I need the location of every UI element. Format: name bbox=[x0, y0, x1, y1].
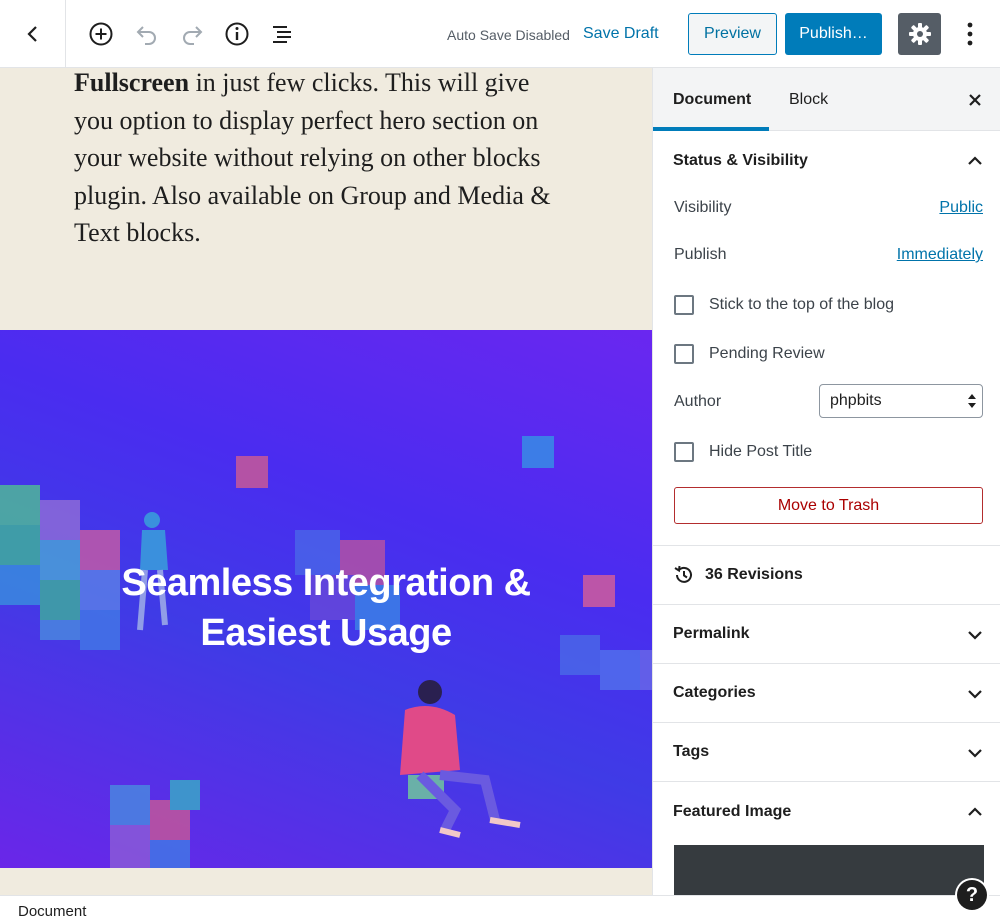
panel-title: Tags bbox=[673, 743, 710, 760]
close-icon bbox=[969, 94, 981, 106]
revisions-label: 36 Revisions bbox=[705, 566, 803, 583]
publish-date-link[interactable]: Immediately bbox=[897, 246, 983, 264]
editor-canvas[interactable]: Fullscreen in just few clicks. This will… bbox=[0, 68, 652, 895]
pending-review-checkbox[interactable] bbox=[674, 344, 694, 364]
redo-icon bbox=[183, 26, 203, 45]
autosave-status: Auto Save Disabled bbox=[447, 27, 570, 43]
hero-heading[interactable]: Seamless Integration & Easiest Usage bbox=[0, 558, 652, 658]
chevron-down-icon bbox=[968, 631, 982, 640]
undo-icon bbox=[136, 26, 156, 45]
add-block-icon bbox=[89, 22, 113, 46]
status-visibility-toggle[interactable]: Status & Visibility bbox=[653, 131, 1000, 190]
tags-panel-toggle[interactable]: Tags bbox=[653, 723, 1000, 782]
select-arrows-icon bbox=[968, 394, 976, 408]
tab-block[interactable]: Block bbox=[769, 68, 869, 131]
move-to-trash-button[interactable]: Move to Trash bbox=[674, 487, 983, 524]
gear-icon bbox=[908, 23, 931, 45]
block-navigation-button[interactable] bbox=[267, 19, 297, 49]
sticky-checkbox[interactable] bbox=[674, 295, 694, 315]
redo-button[interactable] bbox=[177, 19, 207, 49]
block-breadcrumb-bar: Document bbox=[0, 895, 1000, 922]
publish-button[interactable]: Publish… bbox=[785, 13, 882, 55]
settings-sidebar: Document Block Status & Visibility Visib… bbox=[652, 68, 1000, 895]
chevron-up-icon bbox=[968, 156, 982, 165]
visibility-label: Visibility bbox=[674, 199, 732, 216]
outline-icon bbox=[273, 26, 291, 43]
close-sidebar-button[interactable] bbox=[965, 90, 985, 110]
save-draft-button[interactable]: Save Draft bbox=[583, 25, 659, 43]
add-block-button[interactable] bbox=[86, 19, 116, 49]
tab-document[interactable]: Document bbox=[653, 68, 769, 131]
panel-title: Status & Visibility bbox=[673, 151, 808, 169]
permalink-panel-toggle[interactable]: Permalink bbox=[653, 605, 1000, 664]
help-icon: ? bbox=[957, 880, 987, 910]
panel-title: Permalink bbox=[673, 625, 750, 642]
publish-label: Publish bbox=[674, 246, 727, 263]
more-options-button[interactable] bbox=[955, 19, 985, 49]
kebab-menu-icon bbox=[967, 22, 973, 46]
undo-button[interactable] bbox=[132, 19, 162, 49]
hero-cover-block[interactable]: Seamless Integration & Easiest Usage bbox=[0, 330, 652, 868]
breadcrumb-document[interactable]: Document bbox=[18, 903, 86, 920]
preview-button[interactable]: Preview bbox=[688, 13, 777, 55]
sticky-label: Stick to the top of the blog bbox=[709, 296, 895, 313]
info-button[interactable] bbox=[222, 19, 252, 49]
chevron-down-icon bbox=[968, 749, 982, 758]
paragraph-block[interactable]: Fullscreen in just few clicks. This will… bbox=[74, 68, 574, 252]
hero-heading-line2: Easiest Usage bbox=[200, 612, 452, 654]
hero-heading-line1: Seamless Integration & bbox=[121, 562, 531, 604]
hide-title-label: Hide Post Title bbox=[709, 443, 813, 460]
featured-image-panel-toggle[interactable]: Featured Image bbox=[653, 782, 1000, 841]
revisions-icon bbox=[673, 563, 697, 587]
back-button[interactable] bbox=[0, 0, 66, 67]
chevron-down-icon bbox=[968, 690, 982, 699]
paragraph-bold-text: Fullscreen bbox=[74, 68, 190, 97]
settings-button[interactable] bbox=[898, 13, 941, 55]
panel-title: Categories bbox=[673, 684, 756, 701]
help-button[interactable]: ? bbox=[955, 878, 989, 912]
categories-panel-toggle[interactable]: Categories bbox=[653, 664, 1000, 723]
author-select[interactable]: phpbits bbox=[819, 384, 983, 418]
sidebar-tabs: Document Block bbox=[653, 68, 1000, 131]
featured-image-preview[interactable] bbox=[674, 845, 984, 895]
visibility-link[interactable]: Public bbox=[939, 199, 983, 217]
editor-toolbar: Auto Save Disabled Save Draft Preview Pu… bbox=[0, 0, 1000, 68]
chevron-up-icon bbox=[968, 807, 982, 816]
revisions-link[interactable]: 36 Revisions bbox=[653, 545, 1000, 605]
author-label: Author bbox=[674, 393, 722, 410]
author-value: phpbits bbox=[830, 392, 882, 409]
pending-review-label: Pending Review bbox=[709, 345, 825, 362]
panel-title: Featured Image bbox=[673, 802, 792, 820]
info-icon bbox=[225, 22, 249, 46]
chevron-left-icon bbox=[26, 25, 37, 42]
hide-title-checkbox[interactable] bbox=[674, 442, 694, 462]
